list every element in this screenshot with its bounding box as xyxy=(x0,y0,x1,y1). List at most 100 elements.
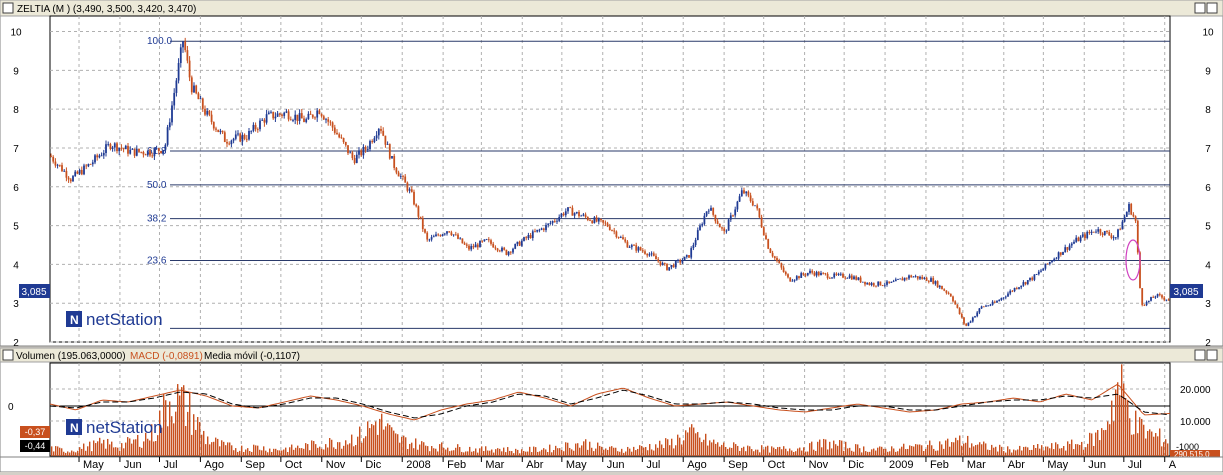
candle-body xyxy=(696,230,699,241)
candle-body xyxy=(1088,231,1091,233)
candle-body xyxy=(591,220,594,224)
candle-body xyxy=(883,284,886,286)
candle-body xyxy=(1026,280,1029,285)
candle-body xyxy=(960,314,963,318)
price-panel-close-icon[interactable] xyxy=(1206,2,1218,14)
volume-bar xyxy=(223,441,225,456)
volume-bar xyxy=(1105,429,1107,456)
volume-bar xyxy=(727,448,729,456)
volume-bar xyxy=(735,444,737,456)
volume-bar xyxy=(1027,447,1029,456)
price-y-tick-right: 7 xyxy=(1205,144,1211,155)
volume-bar xyxy=(561,450,563,456)
volume-bar xyxy=(79,447,81,456)
candle-body xyxy=(980,306,983,309)
volume-bar xyxy=(761,445,763,456)
candle-body xyxy=(670,264,673,268)
price-panel-maximize-icon[interactable] xyxy=(1194,2,1206,14)
volume-bar xyxy=(671,438,673,456)
volume-bar xyxy=(887,451,889,456)
candle-body xyxy=(250,130,253,132)
candle-body xyxy=(193,85,195,93)
indicator-panel-maximize-icon[interactable] xyxy=(1194,349,1206,361)
volume-bar xyxy=(575,443,577,456)
candle-body xyxy=(459,238,462,240)
candle-body xyxy=(1009,290,1012,294)
volume-bar xyxy=(613,447,615,456)
candle-body xyxy=(168,122,171,128)
candle-body xyxy=(859,277,862,283)
candle-body xyxy=(138,148,140,152)
price-panel-icon[interactable] xyxy=(2,2,14,14)
volume-bar xyxy=(1055,442,1057,456)
candle-body xyxy=(749,195,752,202)
candle-body xyxy=(1117,229,1119,238)
volume-bar xyxy=(871,449,873,456)
volume-bar xyxy=(75,452,77,456)
candle-body xyxy=(575,211,578,214)
volume-bar xyxy=(827,449,829,456)
volume-bar xyxy=(821,447,823,456)
candle-body xyxy=(492,243,495,248)
volume-bar xyxy=(421,441,423,456)
candle-body xyxy=(435,234,437,237)
volume-bar xyxy=(53,451,55,456)
volume-bar xyxy=(65,452,67,456)
candle-body xyxy=(745,191,748,194)
candle-body xyxy=(1086,231,1089,239)
candle-body xyxy=(428,239,431,241)
volume-bar xyxy=(691,424,693,456)
volume-bar xyxy=(157,435,159,456)
volume-bar xyxy=(649,443,651,456)
volume-bar xyxy=(1033,445,1035,456)
volume-bar xyxy=(1069,443,1071,456)
volume-bar xyxy=(615,447,617,456)
volume-bar xyxy=(583,441,585,456)
candle-body xyxy=(1018,287,1020,289)
candle-body xyxy=(234,134,237,139)
candle-body xyxy=(582,214,585,216)
candle-body xyxy=(465,244,468,246)
volume-bar xyxy=(1009,449,1011,456)
volume-bar xyxy=(709,440,711,456)
volume-bar xyxy=(985,443,987,456)
volume-bar xyxy=(497,448,499,456)
candle-body xyxy=(780,263,783,268)
candle-body xyxy=(74,171,77,177)
candle-body xyxy=(734,209,737,216)
watermark-brand-2: netStation xyxy=(86,418,163,437)
candle-body xyxy=(985,305,987,307)
candle-body xyxy=(817,271,820,276)
volume-bar xyxy=(681,444,683,456)
candle-body xyxy=(947,292,950,294)
candle-body xyxy=(507,251,510,255)
indicator-panel-close-icon[interactable] xyxy=(1206,349,1218,361)
volume-bar xyxy=(317,447,319,456)
candle-body xyxy=(1037,271,1040,275)
candle-body xyxy=(329,121,332,123)
price-y-tick-right: 3 xyxy=(1205,299,1211,310)
volume-bar xyxy=(267,452,269,456)
volume-bar xyxy=(479,448,481,456)
candle-body xyxy=(85,165,88,167)
candle-body xyxy=(1112,237,1115,239)
volume-bar xyxy=(253,444,255,456)
candle-body xyxy=(1013,287,1016,292)
x-tick-label: Jul xyxy=(646,459,660,471)
price-y-tick-right: 6 xyxy=(1205,183,1211,194)
candle-body xyxy=(153,148,156,157)
candle-body xyxy=(613,230,616,232)
candle-body xyxy=(514,244,517,249)
candle-body xyxy=(1040,270,1042,272)
volume-bar xyxy=(541,449,543,456)
indicator-panel-icon[interactable] xyxy=(2,349,14,361)
volume-bar xyxy=(771,446,773,456)
volume-bar xyxy=(547,452,549,456)
volume-bar xyxy=(293,449,295,456)
candle-body xyxy=(888,281,891,283)
candle-body xyxy=(692,245,695,249)
candle-body xyxy=(270,111,272,113)
volume-bar xyxy=(1077,444,1079,456)
volume-bar xyxy=(331,439,333,456)
x-tick-label: Oct xyxy=(285,459,302,471)
